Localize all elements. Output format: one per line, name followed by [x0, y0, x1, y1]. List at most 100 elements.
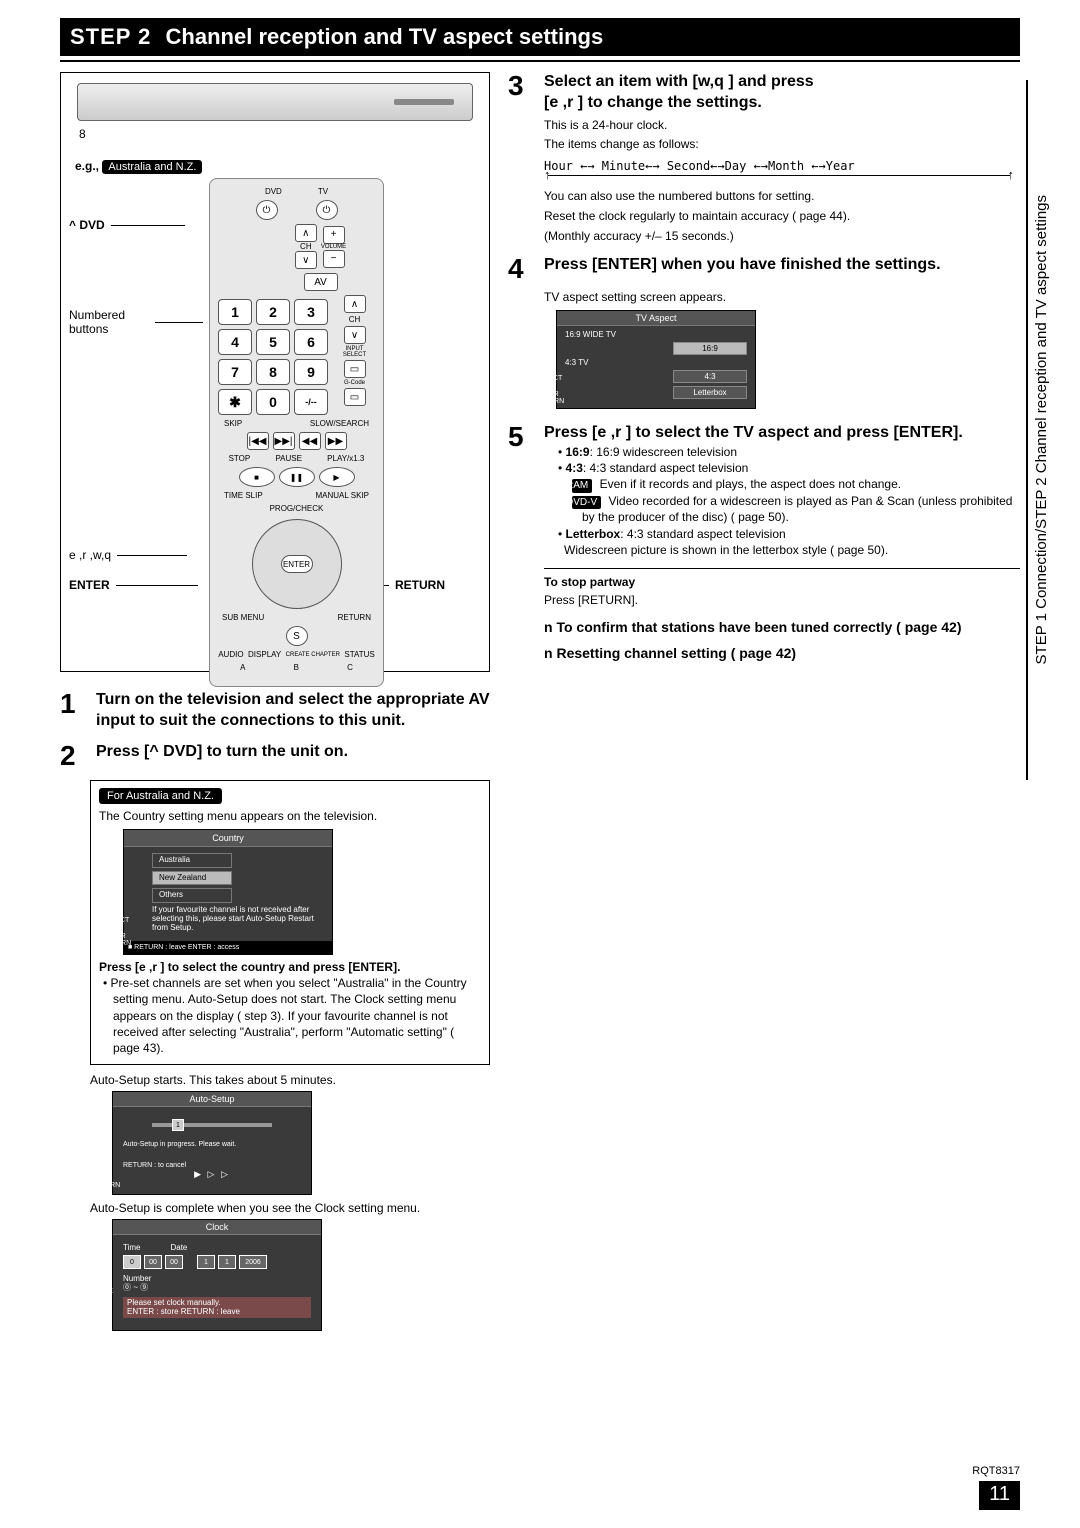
- step-4-number: 4: [508, 255, 538, 283]
- num-2-button[interactable]: 2: [256, 299, 290, 325]
- clock-hour[interactable]: 0: [123, 1255, 141, 1269]
- clock-day[interactable]: 1: [197, 1255, 215, 1269]
- country-others[interactable]: Others: [152, 888, 232, 903]
- eg-line: e.g., Australia and N.Z.: [75, 159, 481, 174]
- auto-setup-menu: Auto-Setup 1 Auto-Setup in progress. Ple…: [112, 1091, 312, 1195]
- page-title-bar: STEP 2 Channel reception and TV aspect s…: [60, 18, 1020, 56]
- callout-enter: ENTER: [69, 578, 198, 592]
- ffwd-button[interactable]: ▶▶: [325, 432, 347, 450]
- num-star-button[interactable]: ✱: [218, 389, 252, 415]
- australia-nz-box: For Australia and N.Z. The Country setti…: [90, 780, 490, 1066]
- step-3-sub5: (Monthly accuracy +/– 15 seconds.): [544, 228, 1020, 245]
- step-3-head-2: [e ,r ] to change the settings.: [544, 93, 1020, 114]
- country-menu-head: Country: [124, 830, 332, 847]
- num-1-button[interactable]: 1: [218, 299, 252, 325]
- s-button[interactable]: S: [286, 626, 308, 646]
- skip-next-button[interactable]: ▶▶|: [273, 432, 295, 450]
- step-4: 4 Press [ENTER] when you have finished t…: [508, 255, 1020, 414]
- dvd-recorder-illustration: [77, 83, 473, 121]
- av-button[interactable]: AV: [304, 273, 338, 291]
- clock-second[interactable]: 00: [165, 1255, 183, 1269]
- step-2-number: 2: [60, 742, 90, 770]
- num-7-button[interactable]: 7: [218, 359, 252, 385]
- stop-partway-head: To stop partway: [544, 575, 1020, 589]
- step-3-sub2: The items change as follows:: [544, 136, 1020, 153]
- ch2-down-button[interactable]: ∨: [344, 326, 366, 344]
- ch2-up-button[interactable]: ∧: [344, 295, 366, 313]
- autosetup-starts-text: Auto-Setup starts. This takes about 5 mi…: [90, 1073, 490, 1087]
- region-pill: Australia and N.Z.: [102, 160, 202, 174]
- step-5-head: Press [e ,r ] to select the TV aspect an…: [544, 423, 1020, 444]
- step-3-sub1: This is a 24-hour clock.: [544, 117, 1020, 134]
- vol-up-button[interactable]: +: [323, 226, 345, 244]
- step-5-b3a: Widescreen picture is shown in the lette…: [564, 542, 1020, 558]
- num-5-button[interactable]: 5: [256, 329, 290, 355]
- step-label: STEP 2: [70, 24, 151, 49]
- step-3-flow: Hour ←→ Minute←→ Second←→Day ←→Month ←→Y…: [544, 159, 1020, 173]
- step-3-head-1: Select an item with [w,q ] and press: [544, 72, 1020, 93]
- step-3-number: 3: [508, 72, 538, 100]
- step-5-b1: • 16:9: 16:9 widescreen television: [558, 444, 1020, 460]
- step-3-sub4: Reset the clock regularly to maintain ac…: [544, 208, 1020, 225]
- step-5-number: 5: [508, 423, 538, 451]
- num-9-button[interactable]: 9: [294, 359, 328, 385]
- country-menu-foot: ■ RETURN : leave ENTER : access: [124, 941, 332, 954]
- clock-year[interactable]: 2006: [239, 1255, 267, 1269]
- ch-up-button[interactable]: ∧: [295, 224, 317, 242]
- unit-callout-8: 8: [79, 127, 481, 141]
- rewind-button[interactable]: ◀◀: [299, 432, 321, 450]
- ch-down-button[interactable]: ∨: [295, 251, 317, 269]
- clock-menu: Clock Time Date 0 00 00 1 1 2006: [112, 1219, 322, 1331]
- dvdv-tag: DVD-V: [572, 496, 601, 510]
- header-rule: [60, 60, 1020, 62]
- aspect-opt-43[interactable]: 4:3: [673, 370, 747, 383]
- number-pad: 1 2 3 4 5 6 7 8 9 ✱ 0 -/--: [218, 299, 328, 415]
- enter-button[interactable]: ENTER: [281, 555, 313, 573]
- step-2: 2 Press [^ DVD] to turn the unit on.: [60, 742, 490, 770]
- num-6-button[interactable]: 6: [294, 329, 328, 355]
- input-select-button[interactable]: ▭: [344, 360, 366, 378]
- step-title: Channel reception and TV aspect settings: [166, 24, 604, 49]
- page-footer: RQT8317 11: [972, 1465, 1020, 1510]
- gcode-button[interactable]: ▭: [344, 388, 366, 406]
- country-bullet: • Pre-set channels are set when you sele…: [103, 975, 481, 1056]
- clock-menu-head: Clock: [113, 1220, 321, 1235]
- direction-pad[interactable]: ENTER: [252, 519, 342, 609]
- step-3-sub3: You can also use the numbered buttons fo…: [544, 188, 1020, 205]
- num-8-button[interactable]: 8: [256, 359, 290, 385]
- step-1: 1 Turn on the television and select the …: [60, 690, 490, 732]
- press-select-country: Press [e ,r ] to select the country and …: [99, 960, 400, 974]
- remote-label-tv: TV: [318, 187, 328, 196]
- callout-numbered-buttons: Numbered buttons: [69, 308, 203, 337]
- country-australia[interactable]: Australia: [152, 853, 232, 868]
- vol-down-button[interactable]: −: [323, 250, 345, 268]
- step-4-sub: TV aspect setting screen appears.: [544, 289, 1020, 306]
- power-tv-button[interactable]: ⏻: [316, 200, 338, 220]
- device-and-remote-figure: 8 e.g., Australia and N.Z. ^ DVD Numbere…: [60, 72, 490, 672]
- country-newzealand[interactable]: New Zealand: [152, 871, 232, 886]
- num-dash-button[interactable]: -/--: [294, 389, 328, 415]
- play-button[interactable]: ▶: [319, 467, 355, 487]
- aspect-43-label: 4:3 TV: [565, 358, 588, 367]
- num-4-button[interactable]: 4: [218, 329, 252, 355]
- aspect-169-label: 16:9 WIDE TV: [565, 330, 616, 339]
- skip-prev-button[interactable]: |◀◀: [247, 432, 269, 450]
- step-2-head: Press [^ DVD] to turn the unit on.: [96, 742, 490, 763]
- country-menu-intro: The Country setting menu appears on the …: [99, 808, 481, 824]
- clock-month[interactable]: 1: [218, 1255, 236, 1269]
- aspect-opt-169[interactable]: 16:9: [673, 342, 747, 355]
- num-0-button[interactable]: 0: [256, 389, 290, 415]
- pause-button[interactable]: ❚❚: [279, 467, 315, 487]
- aspect-opt-letterbox[interactable]: Letterbox: [673, 386, 747, 399]
- step-4-head: Press [ENTER] when you have finished the…: [544, 255, 1020, 276]
- stop-button[interactable]: ■: [239, 467, 275, 487]
- eg-prefix: e.g.,: [75, 159, 99, 173]
- auto-setup-progress: 1: [172, 1119, 184, 1131]
- country-menu-note: If your favourite channel is not receive…: [152, 906, 322, 932]
- step-5-b2: • 4:3: 4:3 standard aspect television: [558, 460, 1020, 476]
- num-3-button[interactable]: 3: [294, 299, 328, 325]
- power-dvd-button[interactable]: ⏻: [256, 200, 278, 220]
- step-3: 3 Select an item with [w,q ] and press […: [508, 72, 1020, 245]
- clock-minute[interactable]: 00: [144, 1255, 162, 1269]
- step-5: 5 Press [e ,r ] to select the TV aspect …: [508, 423, 1020, 666]
